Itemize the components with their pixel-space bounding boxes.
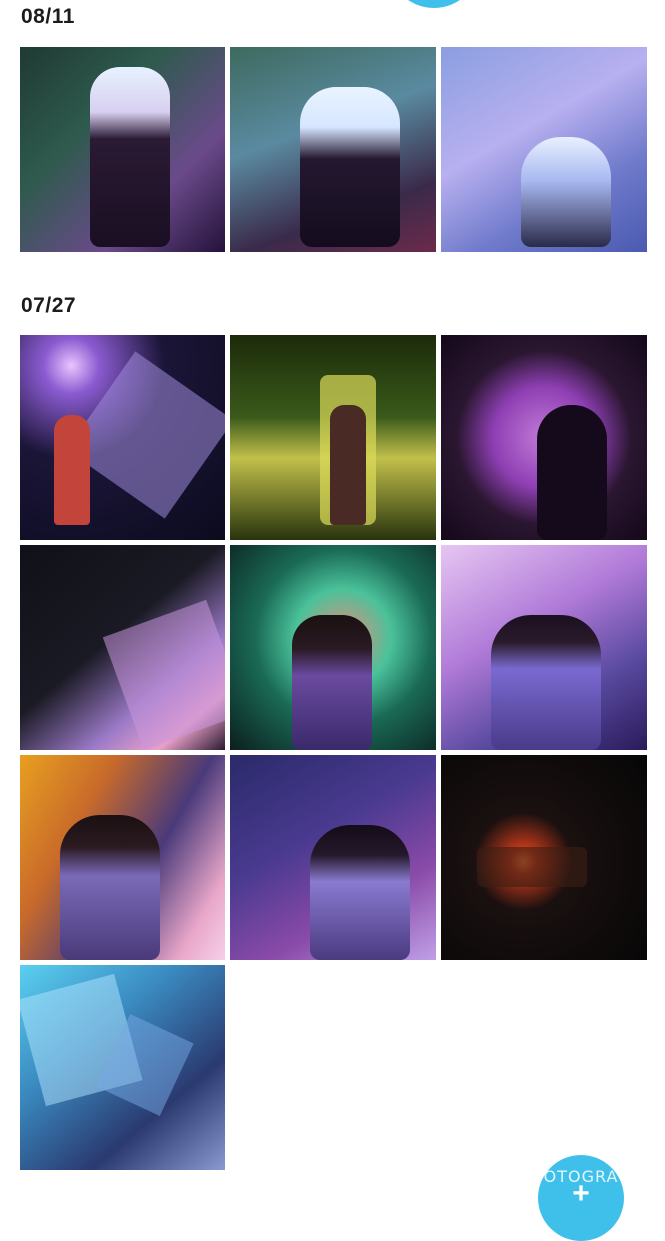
photo-thumbnail[interactable] (230, 335, 436, 540)
photo-thumbnail[interactable] (441, 545, 647, 750)
photo-thumbnail[interactable] (20, 545, 225, 750)
add-photo-button[interactable]: OTOGRA + (538, 1155, 624, 1241)
photo-grid (20, 47, 647, 252)
photo-thumbnail[interactable] (230, 545, 436, 750)
photo-grid (20, 335, 647, 1170)
plus-icon: + (572, 1177, 590, 1210)
photo-thumbnail[interactable] (230, 755, 436, 960)
photo-thumbnail[interactable] (441, 335, 647, 540)
photo-thumbnail[interactable] (441, 755, 647, 960)
date-header: 07/27 (21, 294, 77, 317)
photo-thumbnail[interactable] (230, 47, 436, 252)
date-header: 08/11 (21, 5, 75, 28)
photo-thumbnail[interactable] (441, 47, 647, 252)
photo-thumbnail[interactable] (20, 965, 225, 1170)
photo-thumbnail[interactable] (20, 47, 225, 252)
top-action-button[interactable] (388, 0, 480, 8)
photo-thumbnail[interactable] (20, 755, 225, 960)
photo-thumbnail[interactable] (20, 335, 225, 540)
